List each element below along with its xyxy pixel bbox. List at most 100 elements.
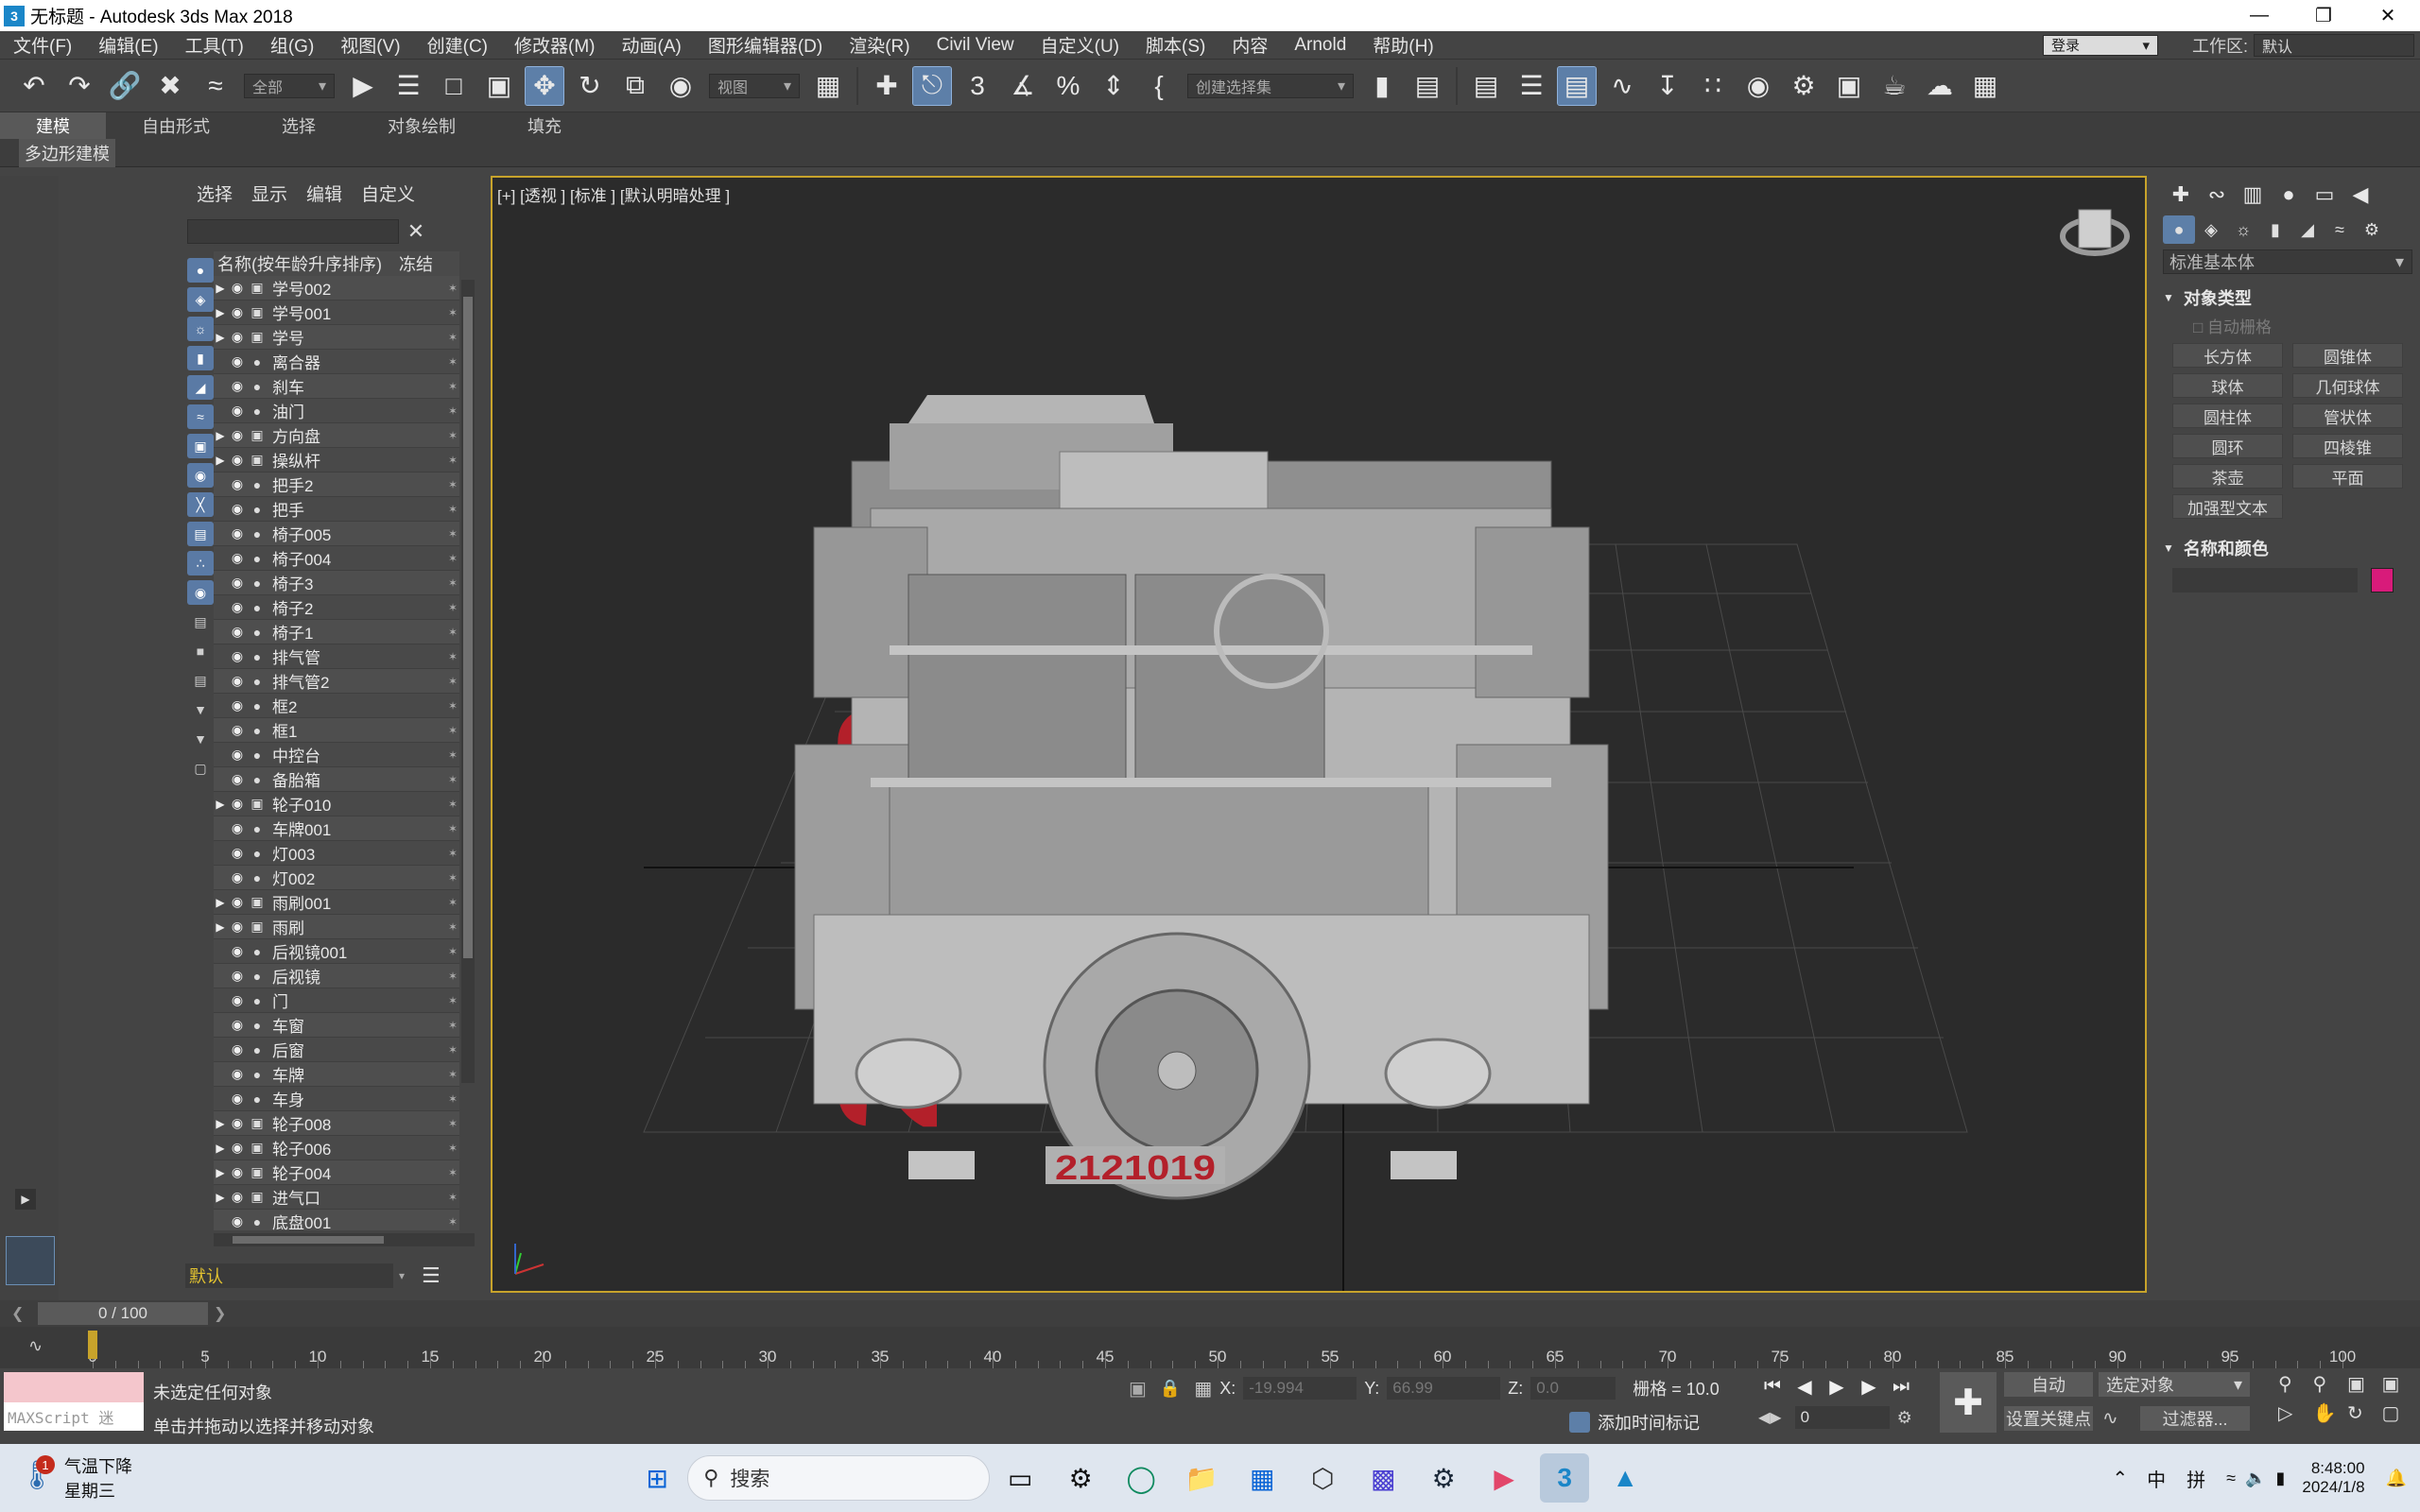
shapes-icon[interactable]: ◈ — [2195, 215, 2227, 244]
current-frame-field[interactable]: 0 — [1794, 1406, 1890, 1429]
autogrid-checkbox[interactable]: □ 自动栅格 — [2193, 314, 2420, 337]
close-button[interactable]: ✕ — [2356, 0, 2420, 31]
clear-search-icon[interactable]: ✕ — [405, 219, 427, 244]
visibility-eye-icon[interactable]: ◉ — [227, 1066, 248, 1082]
notification-icon[interactable]: 🔔 — [2386, 1469, 2407, 1488]
menu-item-1[interactable]: 编辑(E) — [85, 32, 171, 58]
primitive-button-1[interactable]: 圆锥体 — [2292, 343, 2403, 368]
freeze-icon[interactable]: ✶ — [448, 331, 458, 344]
freeze-icon[interactable]: ✶ — [448, 429, 458, 442]
fov-icon[interactable]: ▷ — [2278, 1401, 2308, 1425]
list-item[interactable]: ▶ ◉ ▣ 学号002 ✶ — [214, 276, 459, 301]
expand-arrow-icon[interactable]: ▶ — [15, 1189, 36, 1210]
goto-end-button[interactable]: ⏭ — [1885, 1372, 1917, 1400]
object-name-input[interactable] — [2172, 568, 2358, 593]
list-item[interactable]: ▶ ◉ ▣ 学号 ✶ — [214, 325, 459, 350]
filter-cameras-icon[interactable]: ▮ — [187, 346, 214, 370]
dope-sheet-button[interactable]: ↧ — [1649, 67, 1686, 105]
orbit-icon[interactable]: ↻ — [2347, 1401, 2377, 1425]
list-item[interactable]: ▶ ◉ ▣ 轮子010 ✶ — [214, 792, 459, 816]
ribbon-tab-0[interactable]: 建模 — [0, 112, 106, 139]
isolate-icon[interactable]: ▣ — [1129, 1377, 1147, 1400]
absolute-mode-icon[interactable]: ▦ — [1194, 1377, 1212, 1400]
x-coord-field[interactable]: -19.994 — [1243, 1377, 1357, 1400]
freeze-icon[interactable]: ✶ — [448, 920, 458, 934]
viewport-label[interactable]: [+] [透视 ] [标准 ] [默认明暗处理 ] — [497, 182, 730, 206]
list-item[interactable]: ◉ ● 椅子004 ✶ — [214, 546, 459, 571]
expand-arrow-icon[interactable]: ▶ — [214, 454, 227, 467]
ime-pinyin-text[interactable]: 拼 — [2187, 1465, 2205, 1492]
prev-key-button[interactable]: ◀ — [1789, 1372, 1821, 1400]
undo-button[interactable]: ↶ — [15, 67, 53, 105]
microsoft-store-icon[interactable]: ▦ — [1237, 1453, 1287, 1503]
visibility-eye-icon[interactable]: ◉ — [227, 280, 248, 296]
freeze-icon[interactable]: ✶ — [448, 1142, 458, 1155]
visibility-eye-icon[interactable]: ◉ — [227, 1091, 248, 1107]
freeze-icon[interactable]: ✶ — [448, 576, 458, 590]
freeze-icon[interactable]: ✶ — [448, 503, 458, 516]
named-selection-dropdown[interactable]: 创建选择集 ▾ — [1187, 73, 1354, 98]
key-filter-dropdown[interactable]: 选定对象 ▾ — [2099, 1372, 2250, 1397]
filter-funnel-icon[interactable]: ▼ — [187, 697, 214, 722]
layer-explorer-button[interactable]: ☰ — [1512, 67, 1550, 105]
maximize-viewport-icon[interactable]: ▢ — [2382, 1401, 2411, 1425]
keyboard-shortcut-button[interactable]: ⎋ — [912, 65, 952, 106]
ribbon-tab-3[interactable]: 对象绘制 — [352, 112, 492, 139]
helpers-icon[interactable]: ◢ — [2291, 215, 2324, 244]
scene-menu-0[interactable]: 选择 — [197, 180, 233, 206]
visibility-eye-icon[interactable]: ◉ — [227, 919, 248, 935]
menu-item-8[interactable]: 图形编辑器(D) — [695, 32, 836, 58]
list-item[interactable]: ◉ ● 离合器 ✶ — [214, 350, 459, 374]
expand-arrow-icon[interactable]: ▶ — [214, 1166, 227, 1179]
filter-helpers-icon[interactable]: ◢ — [187, 375, 214, 400]
menu-item-7[interactable]: 动画(A) — [609, 32, 695, 58]
geometry-icon[interactable]: ● — [2163, 215, 2195, 244]
scene-menu-3[interactable]: 自定义 — [361, 180, 415, 206]
filter-containers-icon[interactable]: ▤ — [187, 522, 214, 546]
freeze-icon[interactable]: ✶ — [448, 847, 458, 860]
visibility-eye-icon[interactable]: ◉ — [227, 1164, 248, 1180]
set-key-button[interactable]: 设置关键点 — [2004, 1406, 2093, 1431]
object-type-rollout[interactable]: ▼ 对象类型 — [2163, 285, 2412, 310]
visibility-eye-icon[interactable]: ◉ — [227, 452, 248, 468]
goto-start-button[interactable]: ⏮ — [1756, 1372, 1789, 1400]
set-key-icon[interactable]: ✚ — [1940, 1372, 1996, 1433]
primitive-button-3[interactable]: 几何球体 — [2292, 373, 2403, 398]
time-slider-thumb[interactable]: 0 / 100 — [38, 1302, 208, 1325]
modify-tab-icon[interactable]: ∾ — [2199, 179, 2235, 211]
select-move-button[interactable]: ✥ — [525, 65, 564, 106]
scene-explorer-toggle-button[interactable]: ▤ — [1467, 67, 1505, 105]
rect-selection-button[interactable]: □ — [435, 67, 473, 105]
ref-coord-dropdown[interactable]: 视图 ▾ — [709, 73, 800, 98]
list-item[interactable]: ◉ ● 椅子005 ✶ — [214, 522, 459, 546]
visibility-eye-icon[interactable]: ◉ — [227, 624, 248, 640]
tab-polygon-modeling[interactable]: 多边形建模 — [19, 138, 115, 167]
display-tab-icon[interactable]: ▭ — [2307, 179, 2342, 211]
select-manipulate-button[interactable]: ✚ — [868, 67, 906, 105]
list-item[interactable]: ▶ ◉ ▣ 雨刷 ✶ — [214, 915, 459, 939]
visibility-eye-icon[interactable]: ◉ — [227, 697, 248, 713]
z-coord-field[interactable]: 0.0 — [1530, 1377, 1616, 1400]
key-tangent-icon[interactable]: ∿ — [2102, 1406, 2118, 1430]
primitive-button-7[interactable]: 四棱锥 — [2292, 434, 2403, 458]
object-color-swatch[interactable] — [2371, 568, 2394, 593]
visibility-eye-icon[interactable]: ◉ — [227, 771, 248, 787]
create-tab-icon[interactable]: ✚ — [2163, 179, 2199, 211]
editor-app-icon[interactable]: ▩ — [1358, 1453, 1408, 1503]
maxscript-input[interactable]: MAXScript 迷 — [4, 1402, 144, 1431]
restore-button[interactable]: ❐ — [2291, 0, 2356, 31]
zoom-extents-icon[interactable]: ▣ — [2347, 1372, 2377, 1396]
ribbon-tab-1[interactable]: 自由形式 — [106, 112, 246, 139]
steam-icon[interactable]: ⚙ — [1419, 1453, 1468, 1503]
select-rotate-button[interactable]: ↻ — [571, 67, 609, 105]
mirror-button[interactable]: ▮ — [1363, 67, 1401, 105]
expand-arrow-icon[interactable]: ▶ — [214, 1117, 227, 1130]
visibility-eye-icon[interactable]: ◉ — [227, 968, 248, 984]
filter-funnel2-icon[interactable]: ▼ — [187, 727, 214, 751]
ime-mode-text[interactable]: 中 — [2147, 1465, 2166, 1492]
align-button[interactable]: ▤ — [1409, 67, 1446, 105]
expand-arrow-icon[interactable]: ▶ — [214, 331, 227, 344]
freeze-icon[interactable]: ✶ — [448, 306, 458, 319]
visibility-eye-icon[interactable]: ◉ — [227, 820, 248, 836]
bind-spacewarp-button[interactable]: ≈ — [197, 67, 234, 105]
